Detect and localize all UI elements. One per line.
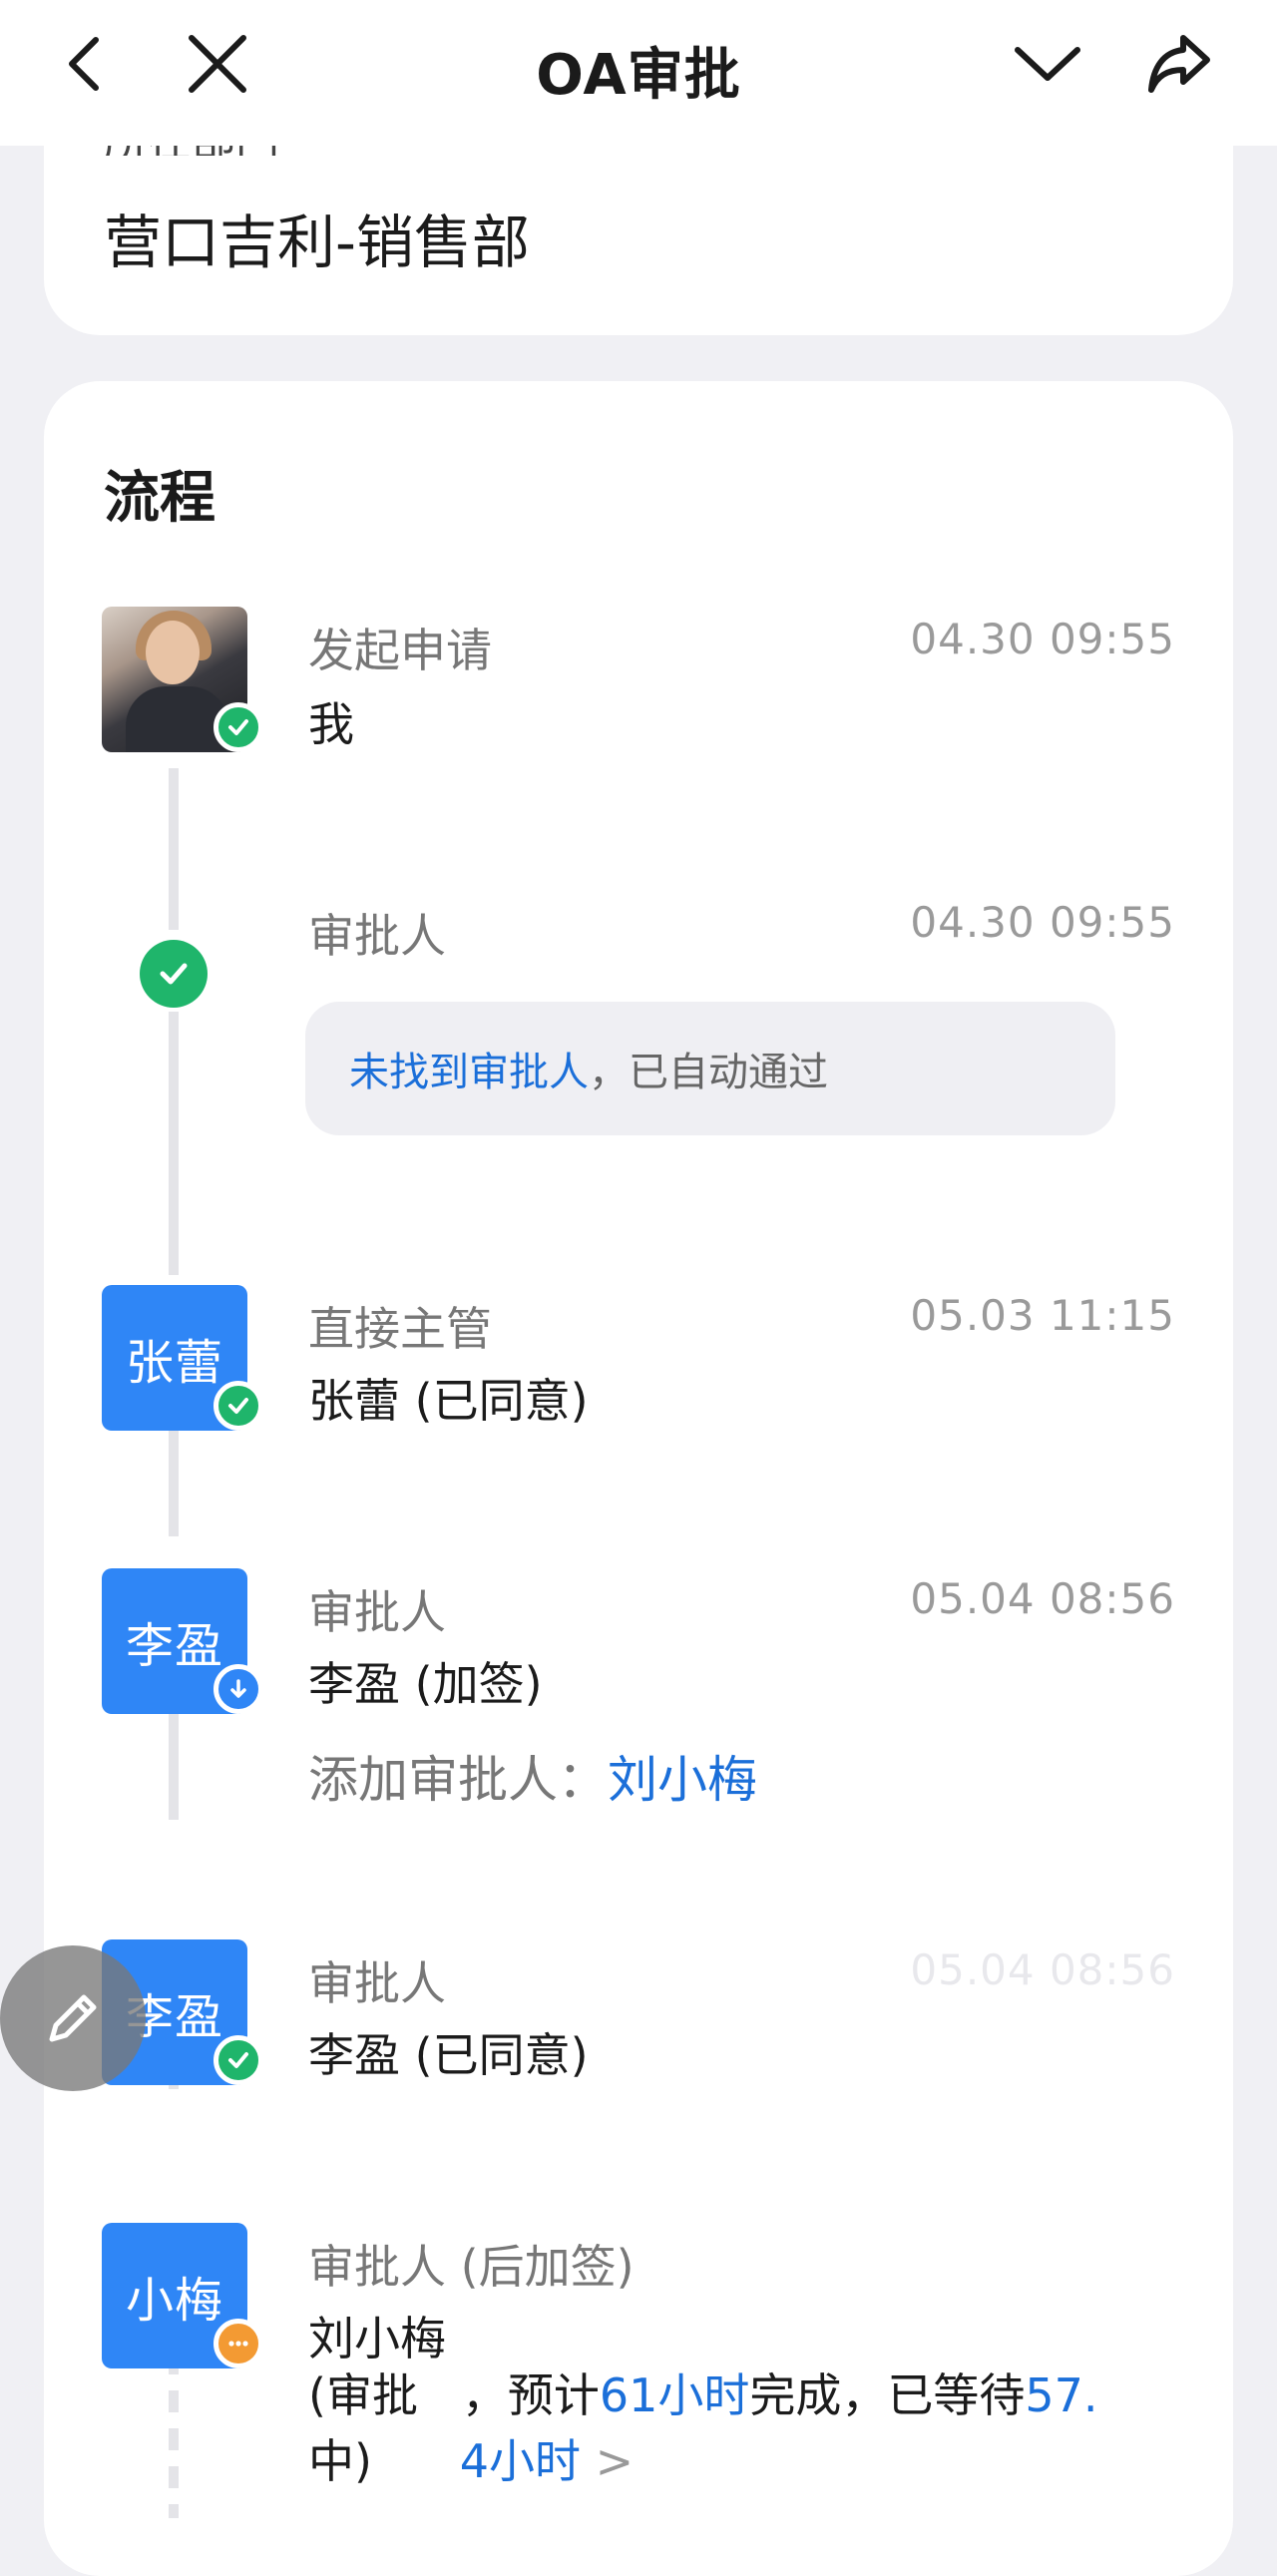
share-icon[interactable] xyxy=(1143,28,1215,100)
step-label: 直接主管 xyxy=(308,1302,492,1356)
add-sign-badge-icon xyxy=(213,1664,263,1714)
waiting-line-2: 中) 4小时 > xyxy=(308,2428,1098,2494)
step-time: 04.30 09:55 xyxy=(910,898,1175,947)
step-label: 发起申请 xyxy=(308,624,492,677)
step-time: 05.04 08:56 xyxy=(910,1945,1175,1994)
waiting-status[interactable]: (审批 ，预计61小时完成，已等待57. 中) 4小时 > xyxy=(308,2362,1098,2494)
added-approver-label: 添加审批人： xyxy=(308,1751,608,1809)
waited-hours: 57. xyxy=(1025,2368,1098,2422)
process-card: 流程 发起申请 我 04.30 09:55 审批人 04.30 09:55 未找… xyxy=(44,381,1233,2576)
pencil-icon xyxy=(49,1994,97,2042)
step-label: 审批人 xyxy=(308,1585,446,1639)
waiting-text: 中) xyxy=(308,2434,460,2488)
added-approver-row: 添加审批人：刘小梅 xyxy=(308,1740,757,1812)
step-label: 审批人 (后加签) xyxy=(308,2240,635,2294)
check-badge-icon xyxy=(213,702,263,752)
step-time: 04.30 09:55 xyxy=(910,615,1175,663)
added-approver-name[interactable]: 刘小梅 xyxy=(608,1751,757,1809)
step-time: 05.04 08:56 xyxy=(910,1574,1175,1623)
waiting-line-1: (审批 ，预计61小时完成，已等待57. xyxy=(308,2362,1098,2428)
chevron-right-icon[interactable]: > xyxy=(596,2434,635,2488)
top-bar: OA审批 xyxy=(0,0,1277,146)
step-name: 李盈 (已同意) xyxy=(308,2028,589,2082)
step-name: 我 xyxy=(308,697,354,751)
step-name: 刘小梅 xyxy=(308,2312,446,2365)
auto-approve-notice: 未找到审批人 ，已自动通过 xyxy=(305,1002,1115,1135)
step-time: 05.03 11:15 xyxy=(910,1291,1175,1340)
notice-link[interactable]: 未找到审批人 xyxy=(349,1040,589,1097)
timeline-connector xyxy=(169,1012,179,1275)
department-value: 营口吉利-销售部 xyxy=(104,209,530,276)
step-name: 张蕾 (已同意) xyxy=(308,1374,589,1428)
notice-text: ，已自动通过 xyxy=(589,1050,828,1095)
timeline-connector xyxy=(169,1425,179,1536)
estimate-hours: 61小时 xyxy=(599,2368,750,2422)
more-badge-icon xyxy=(213,2319,263,2368)
waiting-text: 完成，已等待 xyxy=(749,2368,1026,2422)
check-badge-icon xyxy=(213,2035,263,2085)
check-circle-icon xyxy=(140,940,208,1008)
chevron-down-icon[interactable] xyxy=(1012,28,1083,100)
process-title: 流程 xyxy=(104,466,215,531)
edit-floating-button[interactable] xyxy=(0,1945,146,2091)
check-badge-icon xyxy=(213,1381,263,1431)
step-name: 李盈 (加签) xyxy=(308,1657,543,1711)
timeline-connector xyxy=(169,768,179,930)
step-label: 审批人 xyxy=(308,1956,446,2010)
step-label: 审批人 xyxy=(308,909,446,963)
page-title: OA审批 xyxy=(536,43,741,108)
waited-hours: 4小时 xyxy=(459,2434,581,2488)
waiting-text: (审批 ，预计 xyxy=(308,2368,600,2422)
